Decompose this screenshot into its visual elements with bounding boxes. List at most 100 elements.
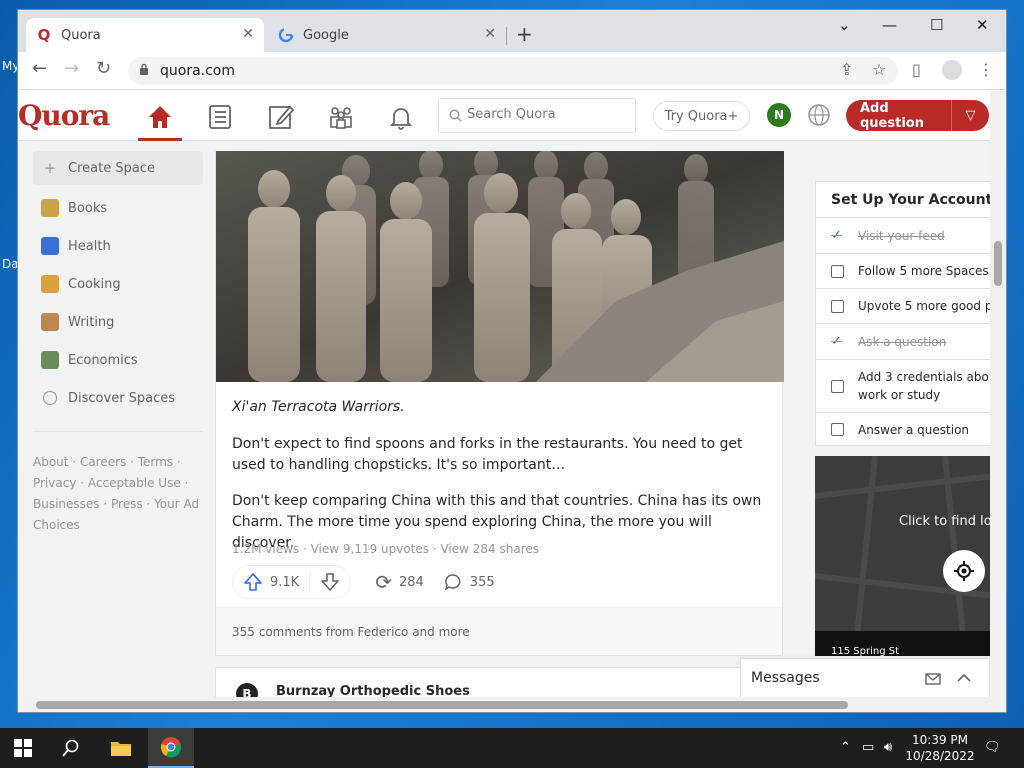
task-checkbox[interactable] bbox=[831, 264, 844, 278]
quora-logo[interactable]: Quora bbox=[18, 99, 110, 132]
chrome-taskbar-button[interactable] bbox=[148, 728, 194, 768]
sidebar-item-label: Discover Spaces bbox=[68, 390, 176, 406]
address-bar[interactable]: quora.com bbox=[128, 57, 898, 85]
advertiser-logo-icon[interactable]: B bbox=[236, 683, 258, 697]
spaces-people-icon[interactable] bbox=[326, 102, 356, 132]
desktop-icon-label[interactable]: My bbox=[2, 59, 19, 73]
task-checkbox[interactable] bbox=[831, 379, 844, 393]
sidebar-item-health[interactable]: Health bbox=[33, 227, 203, 265]
new-tab-icon[interactable]: + bbox=[516, 24, 533, 44]
share-button[interactable]: ⟳ 284 bbox=[365, 572, 434, 592]
setup-task-label: Follow 5 more Spaces bbox=[858, 264, 989, 278]
post-caption: Xi'an Terracota Warriors. bbox=[232, 399, 405, 415]
close-window-icon[interactable]: ✕ bbox=[976, 16, 989, 34]
sidebar-footer-links: About · Careers · Terms · Privacy · Acce… bbox=[33, 455, 200, 532]
profile-icon[interactable] bbox=[942, 60, 962, 80]
setup-task-answer-question[interactable]: Answer a question bbox=[816, 413, 994, 445]
check-icon: ✓ bbox=[831, 334, 842, 349]
setup-task-visit-feed[interactable]: ✓ Visit your feed bbox=[816, 218, 994, 254]
search-input[interactable] bbox=[467, 107, 627, 122]
following-list-icon[interactable] bbox=[205, 102, 235, 132]
footer-link-acceptable-use[interactable]: Acceptable Use bbox=[88, 476, 181, 490]
close-tab-icon[interactable]: ✕ bbox=[242, 26, 254, 42]
location-map-ad[interactable]: Click to find loc 115 Spring St bbox=[815, 456, 995, 656]
share-icon[interactable]: ⇪ bbox=[840, 62, 853, 78]
horizontal-scrollbar[interactable] bbox=[18, 697, 1006, 712]
comment-button[interactable]: 355 bbox=[434, 573, 505, 591]
add-question-button[interactable]: Add question ▽ bbox=[846, 100, 989, 131]
maximize-icon[interactable]: ☐ bbox=[930, 16, 943, 34]
user-avatar[interactable]: N bbox=[767, 103, 791, 127]
tab-separator bbox=[506, 27, 507, 45]
post-image[interactable] bbox=[216, 151, 784, 382]
search-box[interactable] bbox=[438, 98, 636, 133]
setup-task-follow-spaces[interactable]: Follow 5 more Spaces bbox=[816, 254, 994, 289]
setup-task-upvote[interactable]: Upvote 5 more good p bbox=[816, 289, 994, 324]
sidebar-item-economics[interactable]: Economics bbox=[33, 341, 203, 379]
task-checkbox[interactable] bbox=[831, 299, 844, 313]
tab-google[interactable]: Google ✕ bbox=[268, 18, 506, 52]
find-location-text[interactable]: Click to find loc bbox=[899, 514, 995, 529]
sidebar-item-discover-spaces[interactable]: Discover Spaces bbox=[33, 379, 203, 417]
side-panel-icon[interactable]: ▯ bbox=[912, 62, 921, 78]
scrollbar-thumb[interactable] bbox=[36, 701, 848, 709]
upvote-arrow-icon bbox=[244, 573, 262, 591]
footer-link-careers[interactable]: Careers bbox=[80, 455, 126, 469]
reload-icon[interactable]: ↻ bbox=[96, 60, 111, 78]
create-space-button[interactable]: + Create Space bbox=[33, 151, 203, 185]
footer-link-terms[interactable]: Terms bbox=[138, 455, 173, 469]
file-explorer-button[interactable] bbox=[98, 728, 144, 768]
messages-label: Messages bbox=[751, 670, 820, 686]
footer-link-press[interactable]: Press bbox=[111, 497, 143, 511]
google-favicon-icon bbox=[278, 27, 294, 43]
scrollbar-thumb[interactable] bbox=[994, 241, 1002, 286]
desktop-icon-label[interactable]: Da bbox=[2, 257, 19, 271]
locate-button[interactable] bbox=[943, 550, 985, 592]
language-globe-icon[interactable] bbox=[806, 102, 832, 128]
sidebar-item-books[interactable]: Books bbox=[33, 189, 203, 227]
notifications-icon[interactable]: 🗨︎ bbox=[984, 740, 1001, 755]
downvote-button[interactable] bbox=[310, 572, 350, 592]
page-content: Quora Search Quora Try Quora+ N Add ques… bbox=[18, 91, 1006, 697]
try-quora-plus-button[interactable]: Try Quora+ bbox=[653, 101, 750, 131]
tab-quora[interactable]: Q Quora ✕ bbox=[26, 18, 264, 52]
close-tab-icon[interactable]: ✕ bbox=[484, 26, 496, 42]
bookmark-star-icon[interactable]: ☆ bbox=[872, 62, 886, 78]
footer-link-about[interactable]: About bbox=[33, 455, 68, 469]
messages-panel[interactable]: Messages bbox=[740, 658, 990, 697]
forward-arrow-icon[interactable]: → bbox=[64, 60, 79, 78]
setup-task-add-credentials[interactable]: Add 3 credentials abou work or study bbox=[816, 360, 994, 413]
upvote-button[interactable]: 9.1K bbox=[233, 572, 311, 592]
post-author-name[interactable]: Burnzay Orthopedic Shoes bbox=[276, 684, 470, 697]
add-question-label: Add question bbox=[860, 100, 924, 131]
start-button[interactable] bbox=[0, 728, 46, 768]
system-clock[interactable]: 10:39 PM 10/28/2022 bbox=[904, 732, 976, 764]
back-arrow-icon[interactable]: ← bbox=[32, 60, 47, 78]
notifications-bell-icon[interactable] bbox=[386, 102, 416, 132]
feed-post-card: Xi'an Terracota Warriors. Don't expect t… bbox=[215, 151, 784, 656]
show-hidden-icons-chevron-icon[interactable]: ⌃ bbox=[840, 740, 851, 755]
setup-task-ask-question[interactable]: ✓ Ask a question bbox=[816, 324, 994, 360]
sidebar-item-cooking[interactable]: Cooking bbox=[33, 265, 203, 303]
chevron-down-icon[interactable]: ▽ bbox=[952, 108, 989, 123]
chevron-up-icon[interactable] bbox=[957, 673, 971, 683]
comments-preview-link[interactable]: 355 comments from Federico and more bbox=[216, 607, 782, 655]
answer-pencil-icon[interactable] bbox=[266, 102, 296, 132]
footer-link-businesses[interactable]: Businesses bbox=[33, 497, 100, 511]
menu-kebab-icon[interactable]: ⋮ bbox=[978, 62, 994, 78]
quora-header: Quora Search Quora Try Quora+ N Add ques… bbox=[18, 91, 990, 141]
tab-search-chevron-icon[interactable]: ⌄ bbox=[838, 16, 851, 34]
compose-message-icon[interactable] bbox=[925, 672, 941, 686]
sidebar-item-label: Cooking bbox=[68, 276, 121, 292]
volume-icon[interactable]: 🔊︎ bbox=[884, 740, 892, 755]
minimize-icon[interactable]: — bbox=[882, 16, 897, 34]
vertical-scrollbar[interactable] bbox=[990, 91, 1006, 697]
task-checkbox[interactable] bbox=[831, 423, 844, 436]
taskbar-search-button[interactable] bbox=[48, 728, 94, 768]
home-icon[interactable] bbox=[145, 102, 175, 132]
post-stats[interactable]: 1.2M views · View 9,119 upvotes · View 2… bbox=[232, 542, 539, 556]
footer-link-privacy[interactable]: Privacy bbox=[33, 476, 76, 490]
search-icon bbox=[449, 109, 462, 122]
network-icon[interactable]: ▭ bbox=[862, 740, 874, 755]
sidebar-item-writing[interactable]: Writing bbox=[33, 303, 203, 341]
